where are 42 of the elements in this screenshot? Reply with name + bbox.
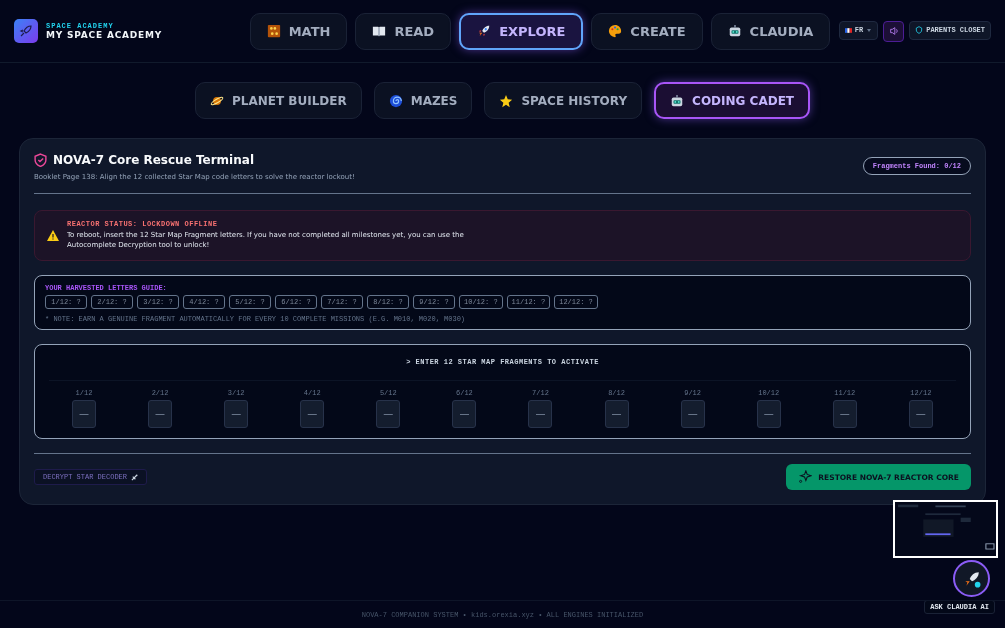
book-icon [372, 24, 387, 38]
sparkles-icon [798, 470, 813, 484]
category-tab[interactable]: SPACE HISTORY [484, 82, 643, 119]
star-icon [499, 93, 514, 108]
category-tab[interactable]: CODING CADET [654, 82, 811, 119]
brand-title: MY SPACE ACADEMY [46, 30, 163, 40]
fragment-input[interactable]: — [756, 400, 781, 428]
nav-tab[interactable]: EXPLORE [459, 12, 584, 50]
fragment-input[interactable]: — [680, 400, 705, 428]
nav-tab[interactable]: MATH [249, 12, 348, 50]
robot-icon [727, 24, 742, 38]
fragment-input[interactable]: — [604, 400, 629, 428]
fragment-input[interactable]: — [148, 400, 173, 428]
nav-tab[interactable]: CLAUDIA [710, 12, 831, 50]
fragment-input[interactable]: — [224, 400, 249, 428]
satellite-icon [131, 473, 138, 481]
speaker-icon [888, 26, 899, 36]
fragment-input[interactable]: — [452, 400, 477, 428]
flag-icon [844, 27, 852, 33]
palette-icon [608, 24, 623, 38]
nav-tab[interactable]: READ [355, 12, 452, 50]
category-tab[interactable]: PLANET BUILDER [194, 82, 362, 119]
fragment-input[interactable]: — [300, 400, 325, 428]
shield-check-icon [34, 153, 47, 167]
caret-icon [866, 27, 873, 33]
nav-tab[interactable]: CREATE [591, 12, 703, 50]
fragment-input[interactable]: — [528, 400, 553, 428]
abacus-icon [266, 24, 281, 38]
terminal-title: NOVA-7 Core Rescue Terminal [53, 153, 254, 167]
sound-button[interactable] [883, 20, 905, 42]
rocket-logo-icon [14, 19, 38, 43]
robot-icon [670, 93, 685, 108]
assistant-button[interactable] [953, 560, 990, 597]
warning-icon [47, 229, 59, 241]
fragment-input[interactable]: — [908, 400, 933, 428]
category-tab[interactable]: MAZES [373, 82, 473, 119]
shield-icon [915, 26, 924, 34]
fragment-input[interactable]: — [832, 400, 857, 428]
spiral-icon [388, 93, 403, 108]
fragment-input[interactable]: — [72, 400, 96, 428]
rocket-icon [477, 24, 492, 38]
fragment-input[interactable]: — [376, 400, 401, 428]
